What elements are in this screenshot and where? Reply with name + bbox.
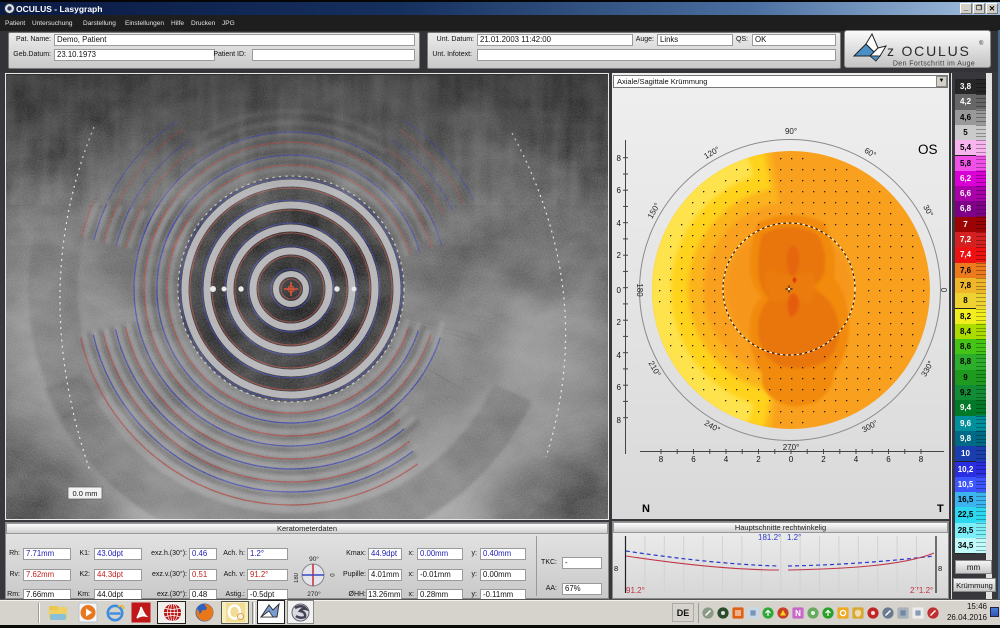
- svg-text:2: 2: [617, 318, 622, 327]
- svg-text:0: 0: [939, 288, 948, 293]
- svg-text:150°: 150°: [646, 201, 662, 220]
- svg-text:0: 0: [617, 286, 622, 295]
- svg-text:6: 6: [691, 455, 696, 464]
- svg-text:4: 4: [617, 219, 622, 228]
- svg-text:2: 2: [617, 251, 622, 260]
- svg-text:60°: 60°: [863, 146, 878, 160]
- svg-text:N: N: [795, 609, 801, 618]
- svg-text:90°: 90°: [785, 127, 797, 136]
- svg-text:270°: 270°: [783, 443, 800, 452]
- svg-text:0: 0: [789, 455, 794, 464]
- svg-text:120°: 120°: [702, 145, 721, 161]
- svg-text:180: 180: [294, 572, 300, 583]
- svg-text:6: 6: [617, 186, 622, 195]
- svg-text:0.0 mm: 0.0 mm: [72, 489, 97, 498]
- svg-text:OS: OS: [918, 142, 938, 157]
- svg-text:8: 8: [659, 455, 664, 464]
- svg-text:6: 6: [886, 455, 891, 464]
- svg-text:8: 8: [617, 154, 622, 163]
- svg-text:8: 8: [617, 416, 622, 425]
- svg-text:Den Fortschritt im Auge: Den Fortschritt im Auge: [893, 61, 975, 68]
- svg-text:T: T: [937, 503, 944, 515]
- svg-text:30°: 30°: [921, 203, 935, 218]
- svg-text:z OCULUS: z OCULUS: [887, 43, 971, 59]
- svg-text:4: 4: [724, 455, 729, 464]
- svg-text:210°: 210°: [647, 359, 663, 378]
- svg-text:N: N: [642, 503, 650, 515]
- svg-text:240°: 240°: [703, 418, 722, 434]
- svg-text:300°: 300°: [860, 418, 879, 434]
- svg-text:8: 8: [919, 455, 924, 464]
- svg-text:®: ®: [979, 40, 984, 47]
- svg-text:180: 180: [635, 283, 644, 297]
- svg-text:6: 6: [617, 383, 622, 392]
- svg-text:2: 2: [756, 455, 761, 464]
- svg-text:4: 4: [854, 455, 859, 464]
- svg-text:2: 2: [821, 455, 826, 464]
- svg-text:4: 4: [617, 351, 622, 360]
